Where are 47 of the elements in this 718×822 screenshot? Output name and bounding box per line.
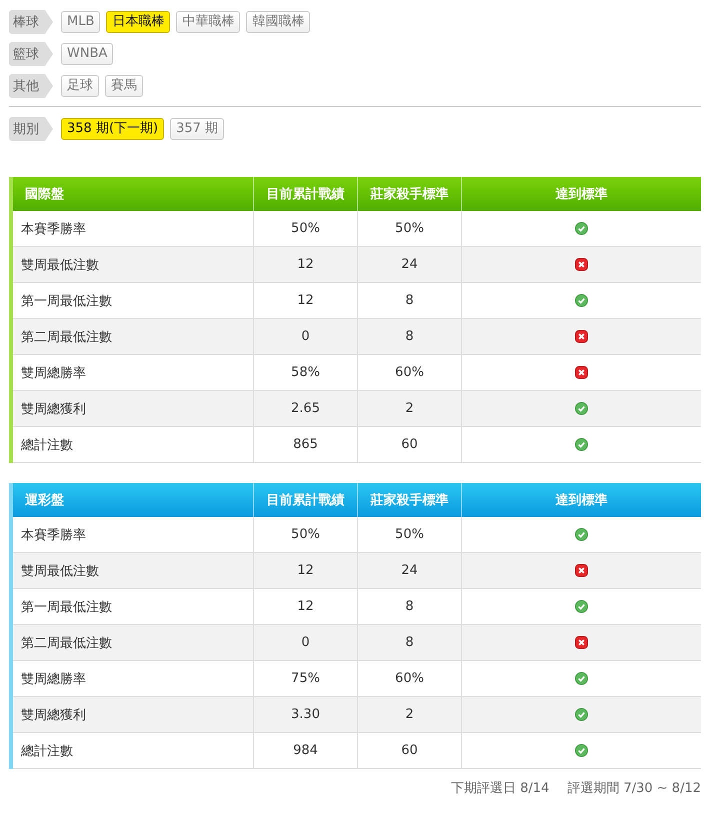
period-range-text: 評選期間 7/30 ~ 8/12 [567,780,701,797]
table-cell: 12 [254,552,358,588]
table-cell: 24 [358,246,462,282]
column-header: 運彩盤 [11,483,254,517]
table-cell: 12 [254,246,358,282]
table-cell: 60 [358,426,462,462]
table-cell: 24 [358,552,462,588]
filter-chip[interactable]: 足球 [61,75,99,97]
column-header: 莊家殺手標準 [358,177,462,211]
category-label: 籃球 [9,42,53,66]
table-cell: 2 [358,390,462,426]
category-label: 期別 [9,117,53,141]
table-cell: 總計注數 [11,426,254,462]
category-label: 棒球 [9,10,53,34]
table-cell: 0 [254,318,358,354]
table-cell: 第二周最低注數 [11,318,254,354]
table-cell: 984 [254,732,358,768]
filter-chip[interactable]: MLB [61,11,100,33]
table-cell: 0 [254,624,358,660]
table-cell: 總計注數 [11,732,254,768]
table-cell: 雙周總獲利 [11,696,254,732]
column-header: 莊家殺手標準 [358,483,462,517]
filter-chip[interactable]: 賽馬 [105,75,143,97]
table-cell: 865 [254,426,358,462]
table-cell: 8 [358,318,462,354]
filter-chip[interactable]: 日本職棒 [106,11,170,33]
table-cell: 雙周最低注數 [11,246,254,282]
filter-chip[interactable]: 中華職棒 [176,11,240,33]
column-header: 目前累計戰績 [254,483,358,517]
filter-chip[interactable]: WNBA [61,43,114,65]
column-header: 達到標準 [462,483,701,517]
table-cell: 2.65 [254,390,358,426]
table-cell: 2 [358,696,462,732]
column-header: 達到標準 [462,177,701,211]
table-cell: 第二周最低注數 [11,624,254,660]
table-cell: 8 [358,624,462,660]
next-date-text: 下期評選日 8/14 [450,780,550,797]
table-cell: 60 [358,732,462,768]
table-cell: 3.30 [254,696,358,732]
period-chip[interactable]: 358 期(下一期) [61,118,164,140]
period-chip[interactable]: 357 期 [170,118,224,140]
column-header: 國際盤 [11,177,254,211]
table-cell: 雙周總獲利 [11,390,254,426]
table-cell: 雙周最低注數 [11,552,254,588]
filter-chip[interactable]: 韓國職棒 [246,11,310,33]
category-label: 其他 [9,74,53,98]
column-header: 目前累計戰績 [254,177,358,211]
